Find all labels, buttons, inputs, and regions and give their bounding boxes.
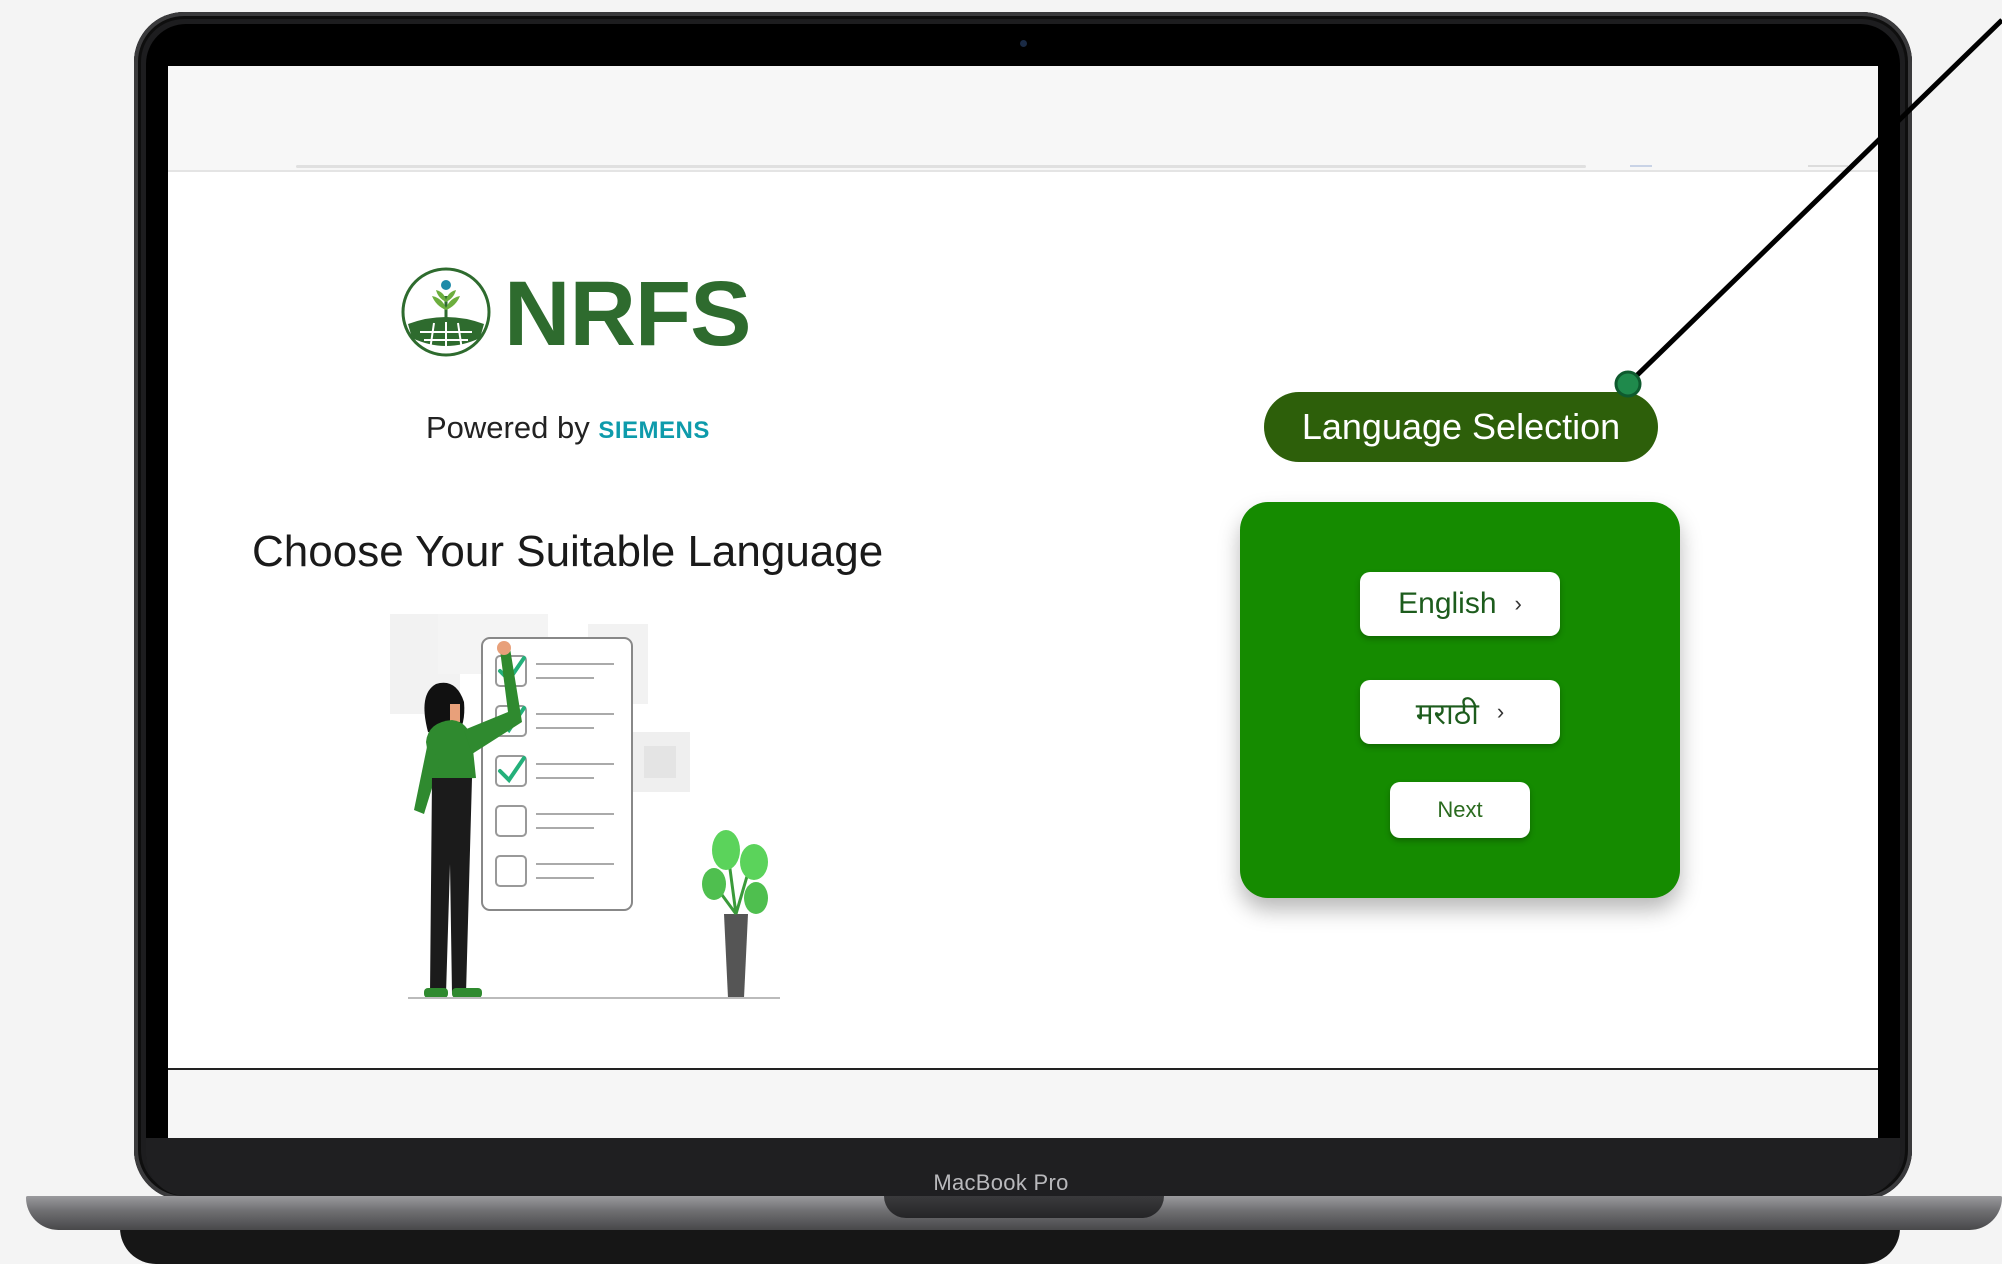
powered-prefix: Powered by [426,410,590,445]
page-title: Choose Your Suitable Language [252,527,884,576]
app-screen: NRFS Powered by SIEMENS Choose Your Suit… [168,66,1878,1138]
english-label: English [1398,587,1497,620]
marathi-label: मराठी [1415,697,1479,731]
address-bar[interactable] [296,165,1586,168]
powered-by: Powered by SIEMENS [426,410,710,449]
english-language-button[interactable]: English › [1360,572,1560,636]
chevron-right-icon: › [1496,699,1505,724]
footer-bar [168,1068,1878,1138]
chevron-right-icon: › [1514,591,1522,616]
siemens-brand: SIEMENS [598,417,710,444]
nrfs-logo-icon [401,267,491,357]
toolbar-indicator [1630,165,1652,167]
device-label: MacBook Pro [933,1170,1069,1195]
next-button[interactable]: Next [1390,782,1530,838]
language-card: English › मराठी › Next [1240,502,1680,898]
trackpad-notch [884,1196,1164,1218]
toolbar-indicator [1808,165,1848,167]
browser-toolbar [168,66,1878,172]
language-selection-pill: Language Selection [1264,392,1658,462]
logo-wordmark: NRFS [504,263,751,365]
marathi-language-button[interactable]: मराठी › [1360,680,1560,744]
checklist-illustration [390,614,780,999]
laptop-base-shadow [120,1228,1900,1264]
camera-icon [1020,40,1027,47]
